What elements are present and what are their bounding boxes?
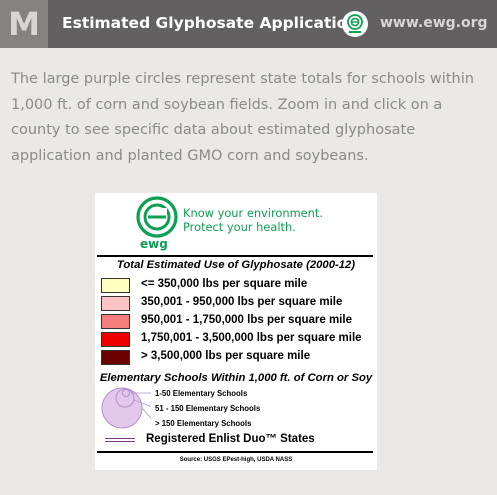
ewg-wordmark: ewg — [140, 237, 168, 251]
school-circle-leader-3 — [141, 407, 151, 419]
map-legend: Know your environment. Protect your heal… — [95, 193, 377, 470]
glyphosate-swatch-3 — [101, 314, 130, 329]
header-bar: M Estimated Glyphosate Application www.e… — [0, 0, 497, 48]
legend-bottom-divider — [97, 451, 373, 453]
legend-divider — [97, 255, 373, 257]
schools-legend-title: Elementary Schools Within 1,000 ft. of C… — [99, 372, 373, 384]
ewg-tagline: Know your environment. Protect your heal… — [183, 206, 323, 234]
enlist-states-label: Registered Enlist Duo™ States — [146, 433, 315, 445]
school-circle-label-2: 51 - 150 Elementary Schools — [155, 404, 261, 413]
page-title: Estimated Glyphosate Application — [62, 14, 359, 32]
school-circles-icon — [101, 387, 151, 429]
school-circle-label-1: 1-50 Elementary Schools — [155, 389, 248, 398]
glyphosate-label-3: 950,001 - 1,750,000 lbs per square mile — [141, 314, 352, 326]
glyphosate-legend-title: Total Estimated Use of Glyphosate (2000-… — [116, 259, 356, 271]
glyphosate-label-1: <= 350,000 lbs per square mile — [141, 278, 308, 290]
ewg-logo-icon — [136, 196, 178, 238]
ewg-logo-icon[interactable] — [342, 11, 368, 37]
glyphosate-swatch-1 — [101, 278, 130, 293]
enlist-states-line — [105, 438, 135, 442]
ewg-logo-graphic — [347, 14, 363, 33]
school-circle-label-3: > 150 Elementary Schools — [155, 419, 252, 428]
glyphosate-label-2: 350,001 - 950,000 lbs per square mile — [141, 296, 343, 308]
glyphosate-swatch-5 — [101, 350, 130, 365]
glyphosate-swatch-4 — [101, 332, 130, 347]
site-url-link[interactable]: www.ewg.org — [380, 15, 488, 31]
school-circle-small — [122, 389, 130, 397]
ewg-tagline-line2: Protect your health. — [183, 220, 296, 234]
glyphosate-swatch-2 — [101, 296, 130, 311]
glyphosate-label-4: 1,750,001 - 3,500,000 lbs per square mil… — [141, 332, 362, 344]
ewg-tagline-line1: Know your environment. — [183, 206, 323, 220]
glyphosate-label-5: > 3,500,000 lbs per square mile — [141, 350, 311, 362]
menu-m-button[interactable]: M — [0, 0, 48, 48]
legend-source: Source: USGS EPest-high, USDA NASS — [179, 457, 293, 463]
map-description: The large purple circles represent state… — [11, 71, 474, 164]
m-badge-letter: M — [8, 5, 40, 43]
